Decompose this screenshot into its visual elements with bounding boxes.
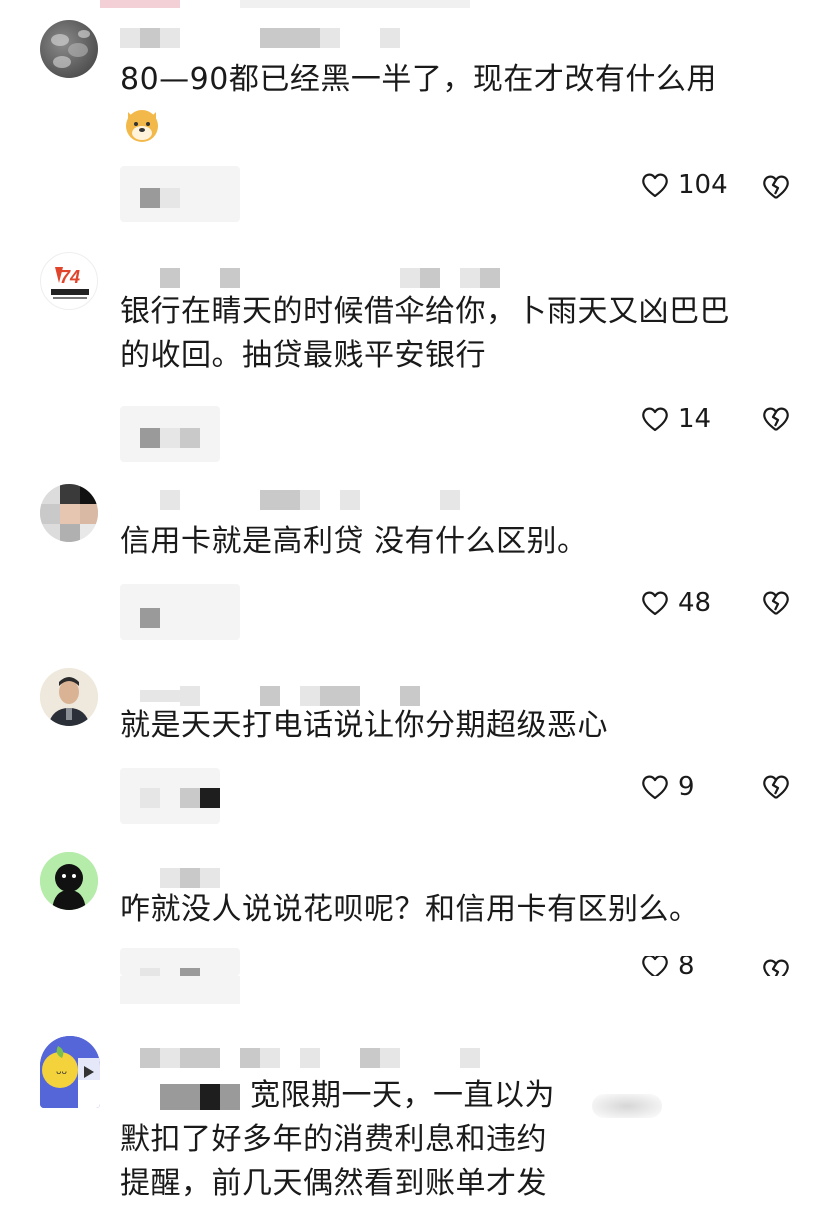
like-button[interactable]: 14 <box>640 404 711 434</box>
meta-blurred <box>120 406 220 462</box>
like-count: 9 <box>678 772 695 802</box>
heart-outline-icon <box>642 591 668 616</box>
like-button[interactable]: 104 <box>640 170 728 200</box>
comment-line: 的收回。抽贷最贱平安银行 <box>120 338 486 373</box>
dislike-button[interactable] <box>760 404 792 438</box>
comment-line: 就是天天打电话说让你分期超级恶心 <box>120 708 608 743</box>
comment-text: 信用卡就是高利贷 没有什么区别。 <box>120 520 788 564</box>
dislike-button[interactable] <box>760 956 792 976</box>
heart-outline-icon <box>642 173 668 198</box>
svg-text:ᴗᴗ: ᴗᴗ <box>56 1067 68 1077</box>
username-blurred[interactable] <box>120 1048 480 1070</box>
brand-logo-icon: 74 <box>51 267 89 299</box>
username-blurred[interactable] <box>120 868 220 890</box>
like-count: 104 <box>678 170 728 200</box>
username-blurred[interactable] <box>120 490 460 512</box>
top-blur-strip-2 <box>240 0 470 8</box>
dislike-button[interactable] <box>760 588 792 622</box>
avatar[interactable]: 74 <box>40 252 98 310</box>
comment-line-text: 宽限期一天，一直以为 <box>250 1078 555 1113</box>
avatar[interactable]: ᴗᴗ <box>40 1036 100 1108</box>
meta-blurred <box>120 584 240 640</box>
avatar[interactable] <box>40 852 98 910</box>
dislike-button[interactable] <box>760 172 792 206</box>
comment-text: 宽限期一天，一直以为 默扣了好多年的消费利息和违约 提醒，前几天偶然看到账单才发 <box>120 1074 580 1206</box>
meta-blurred-lower <box>120 976 240 1004</box>
avatar-image-icon <box>40 668 98 726</box>
broken-heart-icon <box>763 175 789 199</box>
heart-outline-icon <box>642 775 668 800</box>
dog-face-emoji <box>122 104 162 144</box>
avatar-image-icon <box>40 484 98 542</box>
meta-blurred <box>120 768 220 824</box>
svg-text:74: 74 <box>60 267 80 287</box>
comment-line: 银行在睛天的时候借伞给你，卜雨天又凶巴巴 <box>120 294 730 329</box>
avatar-image-icon: ᴗᴗ <box>40 1036 100 1108</box>
comment-line: 宽限期一天，一直以为 <box>120 1074 580 1118</box>
meta-blurred <box>120 948 240 976</box>
like-count: 8 <box>678 956 695 976</box>
avatar[interactable] <box>40 20 98 78</box>
heart-outline-icon <box>642 407 668 432</box>
comment-text: 银行在睛天的时候借伞给你，卜雨天又凶巴巴 的收回。抽贷最贱平安银行 <box>120 290 788 378</box>
top-blur-strip <box>100 0 180 8</box>
like-button[interactable]: 48 <box>640 588 711 618</box>
avatar[interactable] <box>40 484 98 542</box>
comment-text: 就是天天打电话说让你分期超级恶心 <box>120 704 788 748</box>
comment-line: 默扣了好多年的消费利息和违约 <box>120 1122 547 1157</box>
comment-text: 咋就没人说说花呗呢？和信用卡有区别么。 <box>120 888 788 932</box>
comment-line: 提醒，前几天偶然看到账单才发 <box>120 1166 547 1201</box>
like-count: 48 <box>678 588 712 618</box>
comment-line: 80—90都已经黑一半了，现在才改有什么用 <box>120 62 717 97</box>
like-button[interactable]: 9 <box>640 772 695 802</box>
avatar-image-icon <box>40 852 98 910</box>
comment-line: 信用卡就是高利贷 没有什么区别。 <box>120 524 588 559</box>
comment-line: 咋就没人说说花呗呢？和信用卡有区别么。 <box>120 892 700 927</box>
broken-heart-icon <box>763 959 789 976</box>
username-blurred[interactable] <box>120 28 400 50</box>
avatar[interactable] <box>40 668 98 726</box>
meta-blurred <box>120 166 240 222</box>
broken-heart-icon <box>763 775 789 799</box>
dislike-button[interactable] <box>760 772 792 806</box>
comment-text: 80—90都已经黑一半了，现在才改有什么用 <box>120 58 788 102</box>
heart-outline-icon <box>642 956 668 976</box>
blur-smudge <box>592 1094 662 1118</box>
broken-heart-icon <box>763 407 789 431</box>
like-button[interactable]: 8 <box>640 956 695 976</box>
username-blurred[interactable] <box>120 268 500 290</box>
like-count: 14 <box>678 404 712 434</box>
avatar-image-icon <box>51 30 90 68</box>
broken-heart-icon <box>763 591 789 615</box>
